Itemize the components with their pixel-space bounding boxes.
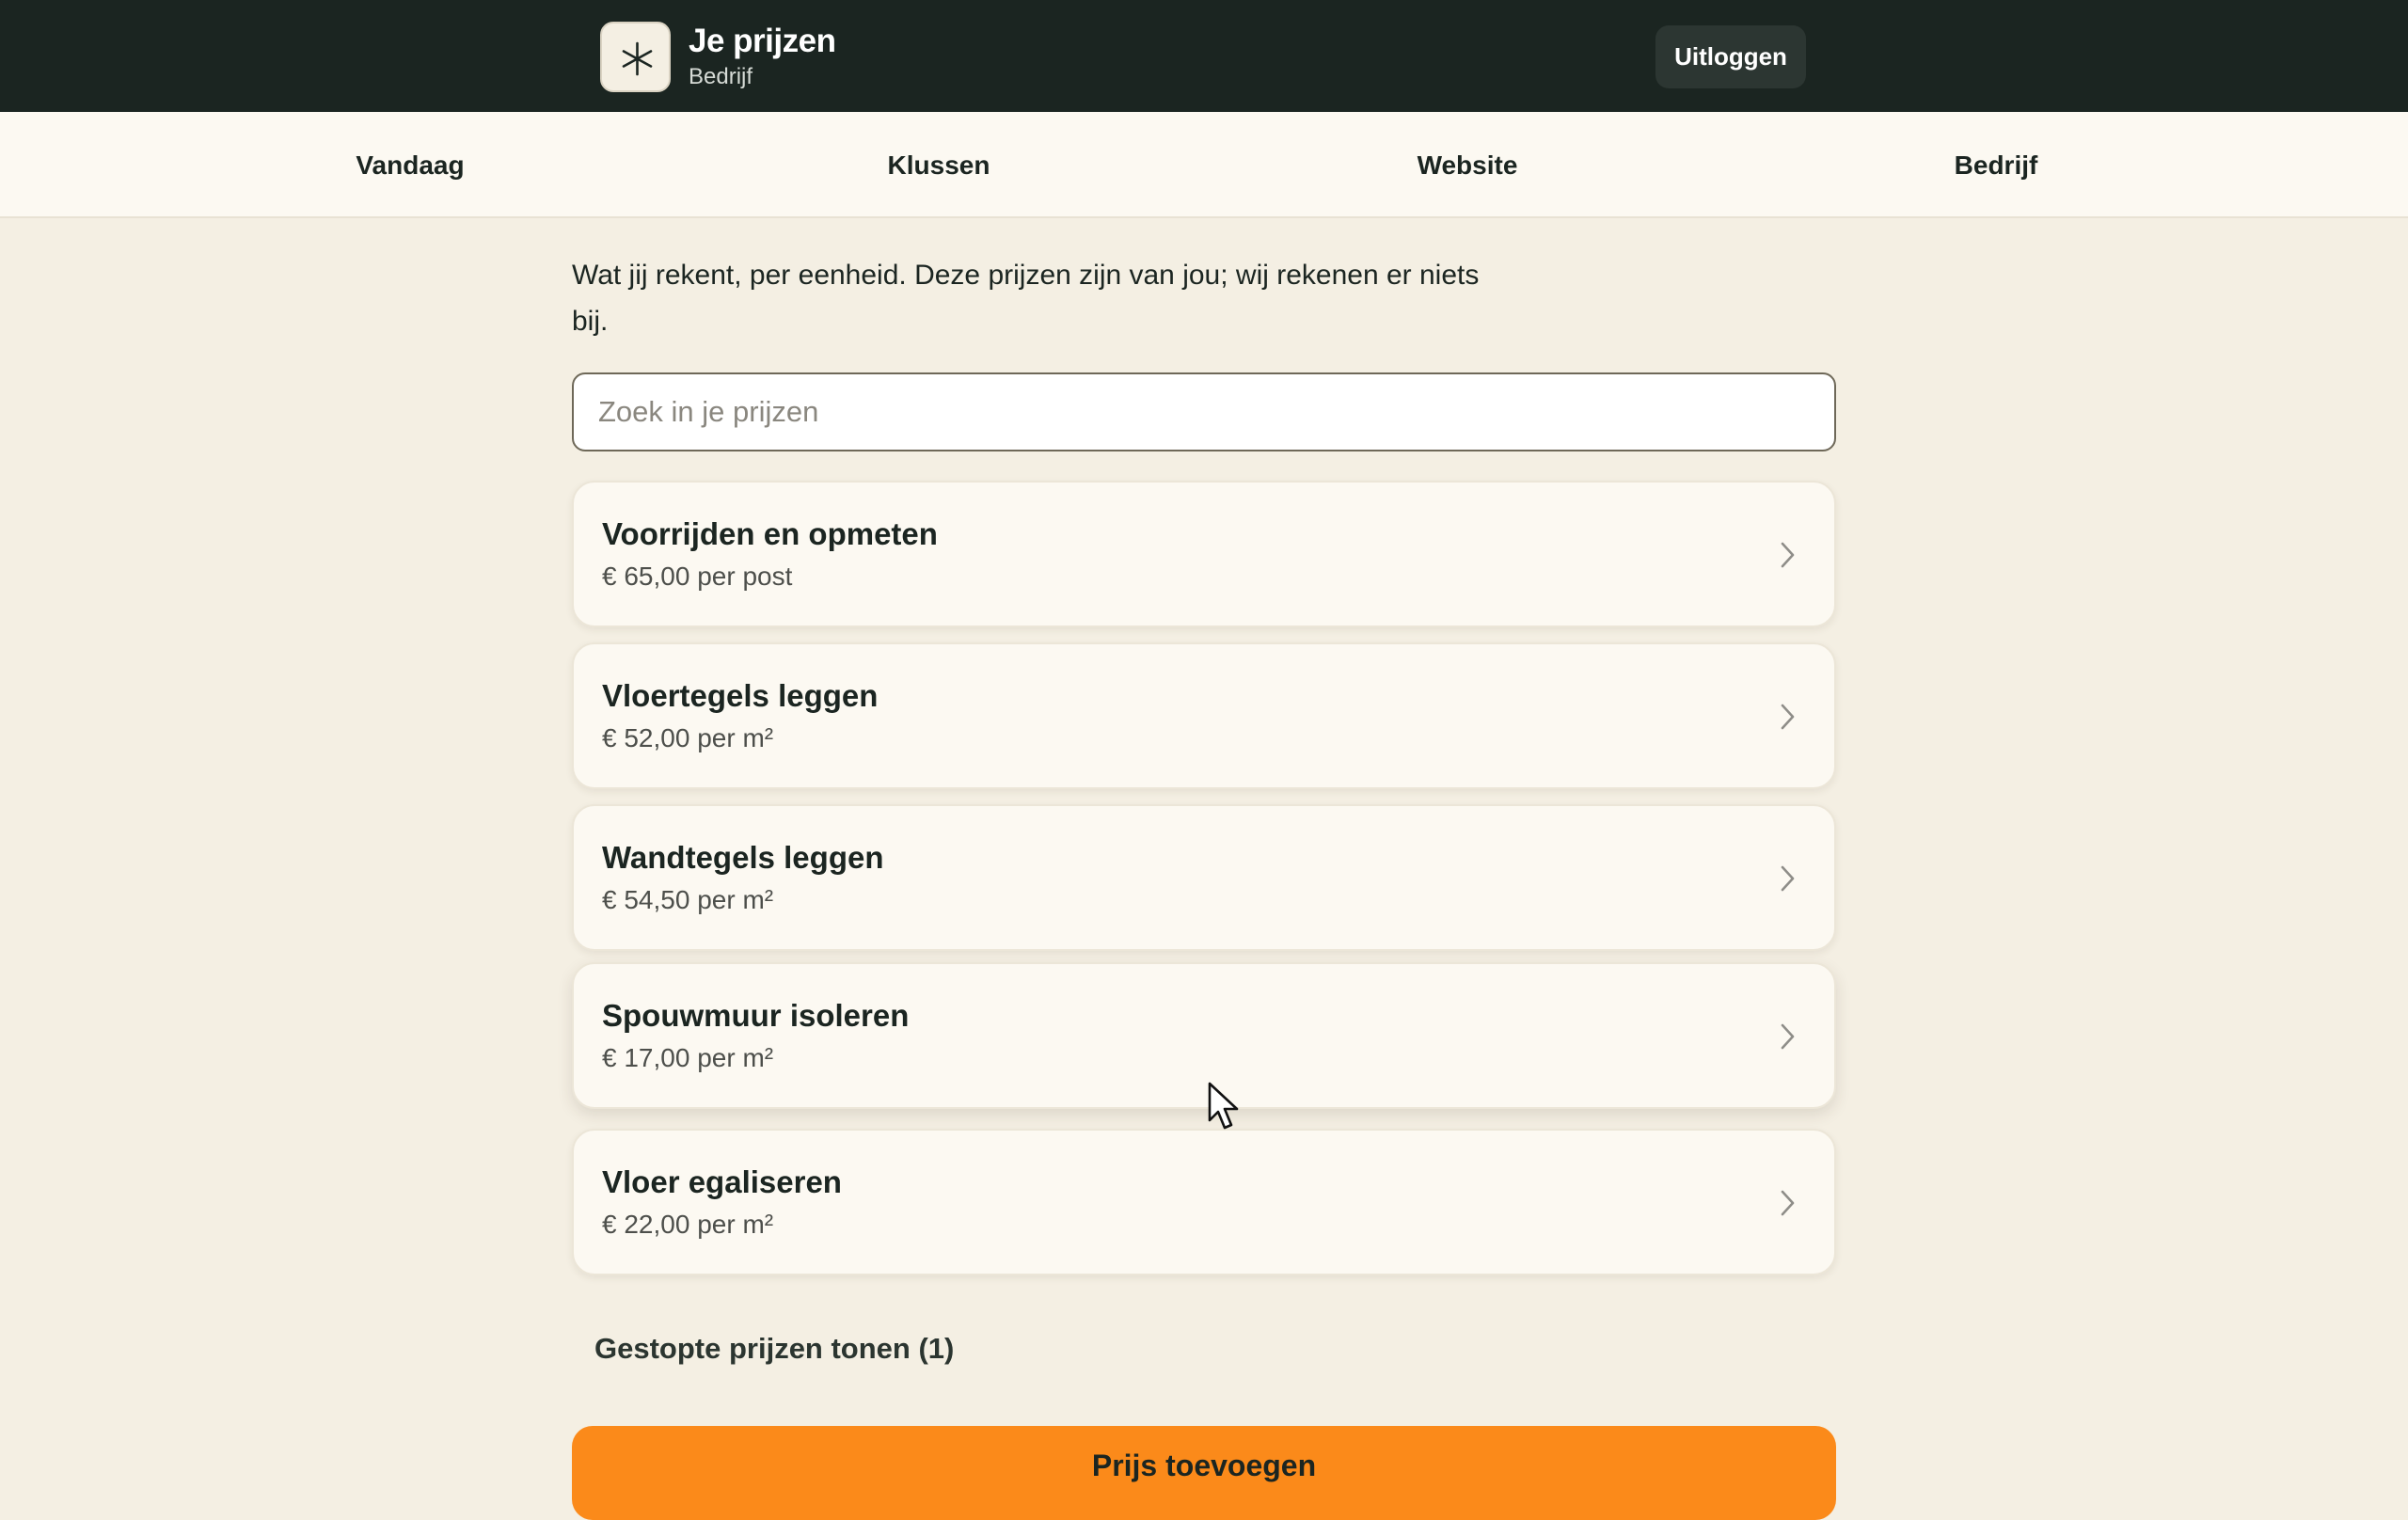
nav-item-klussen[interactable]: Klussen (675, 112, 1202, 218)
intro-text: Wat jij rekent, per eenheid. Deze prijze… (572, 260, 1480, 337)
nav-item-website[interactable]: Website (1204, 112, 1731, 218)
app-logo (600, 22, 671, 92)
price-card[interactable]: Vloertegels leggen € 52,00 per m² (572, 642, 1836, 789)
price-name: Voorrijden en opmeten (602, 516, 938, 551)
main-nav: Vandaag Klussen Website Bedrijf (0, 112, 2408, 218)
price-card[interactable]: Voorrijden en opmeten € 65,00 per post (572, 481, 1836, 627)
price-value: € 54,50 per m² (602, 885, 774, 914)
chevron-right-icon (1781, 542, 1795, 568)
price-value: € 52,00 per m² (602, 723, 774, 752)
chevron-right-icon (1781, 865, 1795, 892)
price-name: Vloertegels leggen (602, 678, 879, 713)
chevron-right-icon (1781, 704, 1795, 730)
search-input[interactable] (572, 372, 1836, 451)
show-stopped-prices-link[interactable]: Gestopte prijzen tonen (1) (594, 1332, 954, 1366)
price-name: Spouwmuur isoleren (602, 998, 910, 1033)
nav-item-vandaag[interactable]: Vandaag (147, 112, 673, 218)
price-name: Wandtegels leggen (602, 840, 884, 875)
price-value: € 22,00 per m² (602, 1210, 774, 1239)
price-card[interactable]: Vloer egaliseren € 22,00 per m² (572, 1129, 1836, 1275)
top-bar: Je prijzen Bedrijf Uitloggen (0, 0, 2408, 112)
price-card[interactable]: Spouwmuur isoleren € 17,00 per m² (572, 962, 1836, 1109)
mouse-pointer-icon (1208, 1082, 1239, 1130)
page-subtitle: Bedrijf (689, 64, 753, 89)
add-price-button[interactable]: Prijs toevoegen (572, 1426, 1836, 1520)
nav-item-bedrijf[interactable]: Bedrijf (1733, 112, 2259, 218)
price-card[interactable]: Wandtegels leggen € 54,50 per m² (572, 804, 1836, 951)
chevron-right-icon (1781, 1190, 1795, 1216)
price-name: Vloer egaliseren (602, 1164, 842, 1199)
logout-button[interactable]: Uitloggen (1656, 25, 1806, 88)
price-value: € 65,00 per post (602, 562, 793, 591)
page-title: Je prijzen (689, 23, 836, 59)
chevron-right-icon (1781, 1023, 1795, 1050)
asterisk-icon (622, 41, 653, 76)
price-value: € 17,00 per m² (602, 1043, 774, 1072)
